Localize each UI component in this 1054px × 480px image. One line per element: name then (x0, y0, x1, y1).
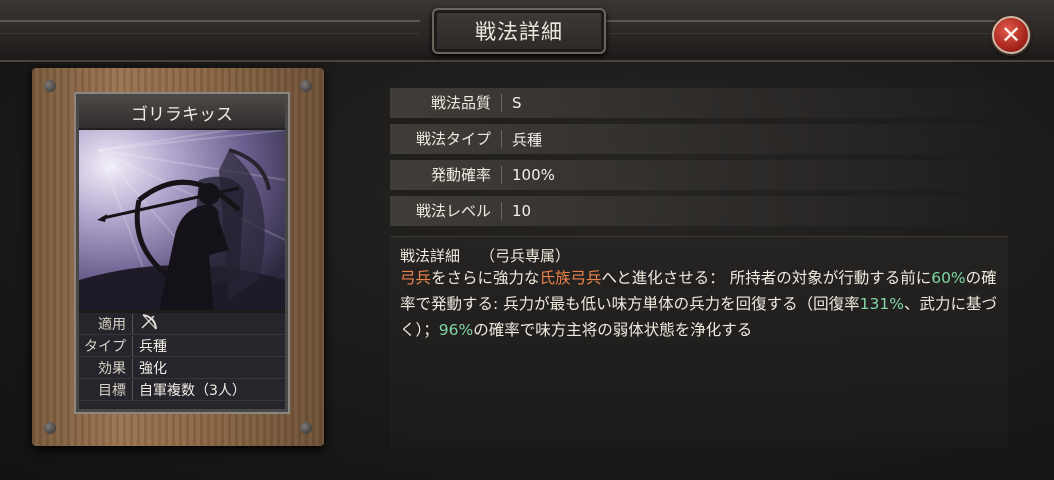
nail-icon (300, 422, 312, 434)
archer-silhouette (79, 130, 285, 310)
stat-value: 兵種 (512, 130, 543, 149)
description-segment: 氏族弓兵 (539, 269, 602, 287)
stat-row-quality: 戦法品質 S (390, 88, 1008, 118)
stat-value: 10 (512, 202, 532, 220)
info-value: 兵種 (139, 338, 167, 355)
stat-row-rate: 発動確率 100% (390, 160, 1008, 190)
info-label: タイプ (79, 335, 133, 356)
stat-label: 戦法レベル (390, 202, 502, 220)
page-title: 戦法詳細 (432, 8, 606, 54)
skill-detail-panel: 戦法詳細 ✕ ゴリラキッス 適用 タイプ 兵種 効果 強化 目標 自軍複数（3人… (0, 0, 1054, 480)
info-label: 適用 (79, 313, 133, 334)
stat-label: 発動確率 (390, 166, 502, 184)
description-tag: （弓兵専属） (480, 247, 571, 265)
bow-icon (141, 313, 157, 329)
card-info-row: 目標 自軍複数（3人） (79, 379, 285, 401)
description-segment: 131% (859, 295, 904, 313)
skill-card-frame: ゴリラキッス 適用 タイプ 兵種 効果 強化 目標 自軍複数（3人） (32, 68, 324, 446)
card-info-row: 効果 強化 (79, 357, 285, 379)
info-value (133, 313, 159, 335)
nail-icon (44, 80, 56, 92)
close-icon: ✕ (1000, 21, 1022, 49)
description-segment: 弓兵 (400, 269, 432, 287)
stat-value: 100% (512, 166, 555, 184)
skill-description-box: 戦法詳細 （弓兵専属） 弓兵をさらに強力な氏族弓兵へと進化させる： 所持者の対象が… (390, 236, 1008, 448)
stat-value: S (512, 94, 522, 112)
skill-illustration (79, 130, 285, 310)
info-label: 効果 (79, 357, 133, 378)
skill-description: 弓兵をさらに強力な氏族弓兵へと進化させる： 所持者の対象が行動する前に60% の確… (400, 265, 1004, 343)
info-label: 目標 (79, 379, 133, 400)
nail-icon (300, 80, 312, 92)
stat-label: 戦法タイプ (390, 130, 502, 148)
description-label: 戦法詳細 (400, 247, 461, 265)
description-segment: をさらに強力な (431, 269, 540, 287)
card-info-row: 適用 (79, 313, 285, 335)
skill-card-info: 適用 タイプ 兵種 効果 強化 目標 自軍複数（3人） (79, 313, 285, 409)
close-button[interactable]: ✕ (992, 16, 1030, 54)
description-segment: 96% (438, 321, 474, 339)
skill-card[interactable]: ゴリラキッス 適用 タイプ 兵種 効果 強化 目標 自軍複数（3人） (76, 94, 288, 412)
stat-label: 戦法品質 (390, 94, 502, 112)
description-segment: の確率で味方主将の弱体状態を浄化する (473, 321, 753, 339)
stat-row-type: 戦法タイプ 兵種 (390, 124, 1008, 154)
skill-name: ゴリラキッス (79, 97, 285, 129)
nail-icon (44, 422, 56, 434)
card-info-row: タイプ 兵種 (79, 335, 285, 357)
header-ornament-right (594, 20, 1014, 34)
header-ornament-left (0, 20, 420, 34)
info-value: 強化 (139, 360, 167, 377)
description-segment: へと進化させる： 所持者の対象が行動する前に (601, 269, 932, 287)
stat-row-level: 戦法レベル 10 (390, 196, 1008, 226)
description-segment: 60% (931, 269, 966, 287)
description-header: 戦法詳細 （弓兵専属） (400, 245, 570, 266)
info-value: 自軍複数（3人） (139, 382, 246, 399)
